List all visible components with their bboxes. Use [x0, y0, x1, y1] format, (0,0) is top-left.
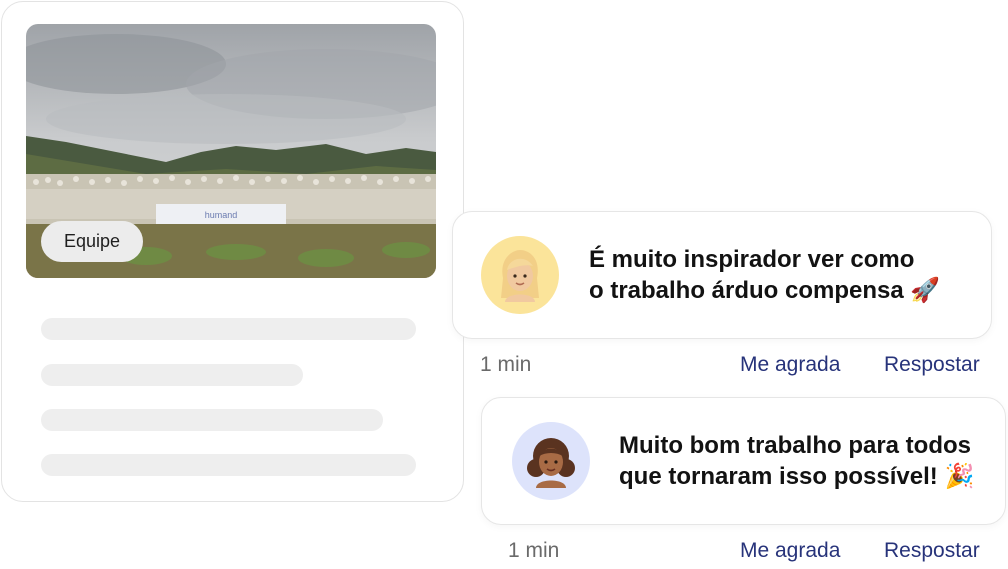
comment-text: Muito bom trabalho para todos que tornar…: [619, 430, 974, 492]
rocket-icon: 🚀: [910, 277, 941, 304]
comment-line: que tornaram isso possível!: [619, 463, 938, 490]
category-tag[interactable]: Equipe: [41, 221, 143, 262]
reply-button[interactable]: Respostar: [884, 539, 980, 563]
comment-text: É muito inspirador ver como o trabalho á…: [589, 244, 940, 306]
category-tag-label: Equipe: [63, 231, 121, 251]
comment-time: 1 min: [480, 353, 532, 376]
skeleton-line: [41, 318, 416, 340]
avatar[interactable]: [512, 422, 590, 500]
comment-line: o trabalho árduo compensa: [589, 277, 904, 304]
avatar[interactable]: [481, 236, 559, 314]
like-button[interactable]: Me agrada: [740, 539, 840, 563]
reply-button[interactable]: Respostar: [884, 353, 980, 377]
skeleton-line: [41, 409, 383, 431]
comment-line: Muito bom trabalho para todos: [619, 432, 971, 459]
comment-time: 1 min: [508, 539, 560, 562]
skeleton-line: [41, 454, 416, 476]
skeleton-line: [41, 364, 303, 386]
woman-blonde-icon: [501, 250, 539, 302]
party-popper-icon: 🎉: [944, 463, 975, 490]
woman-curly-hair-icon: [527, 438, 575, 488]
banner-text: humand: [205, 210, 238, 220]
like-button[interactable]: Me agrada: [740, 353, 840, 377]
comment-line: É muito inspirador ver como: [589, 246, 915, 273]
